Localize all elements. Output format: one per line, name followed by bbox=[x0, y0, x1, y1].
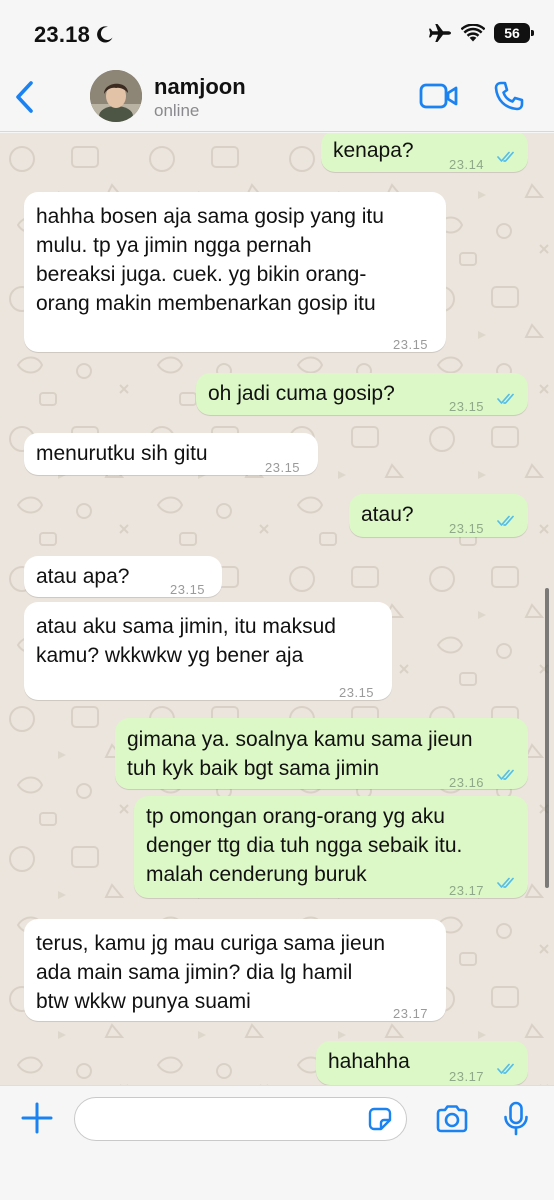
wifi-icon bbox=[461, 24, 485, 42]
avatar[interactable] bbox=[90, 70, 142, 122]
microphone-button[interactable] bbox=[503, 1101, 529, 1142]
status-time: 23.18 bbox=[34, 22, 91, 47]
double-check-icon bbox=[497, 1063, 514, 1074]
status-bar: 23.18 56 bbox=[0, 0, 554, 62]
chat-header: namjoon online bbox=[0, 62, 554, 132]
battery-level: 56 bbox=[504, 25, 520, 41]
contact-name[interactable]: namjoon bbox=[154, 74, 246, 100]
message-outgoing[interactable]: kenapa? 23.14 bbox=[321, 133, 528, 172]
chevron-left-icon bbox=[16, 81, 33, 113]
message-outgoing[interactable]: oh jadi cuma gosip? 23.15 bbox=[196, 373, 528, 415]
double-check-icon bbox=[497, 769, 514, 780]
double-check-icon bbox=[497, 515, 514, 526]
message-input[interactable] bbox=[74, 1097, 407, 1141]
message-time: 23.15 bbox=[449, 399, 485, 414]
message-outgoing[interactable]: atau? 23.15 bbox=[349, 494, 528, 537]
chat-scrollbar[interactable] bbox=[545, 588, 549, 888]
message-text: hahahha bbox=[328, 1050, 410, 1073]
phone-icon bbox=[494, 81, 524, 111]
voice-call-button[interactable] bbox=[493, 80, 525, 117]
attach-button[interactable] bbox=[21, 1102, 53, 1139]
message-incoming[interactable]: atau aku sama jimin, itu maksud kamu? wk… bbox=[24, 602, 392, 700]
message-text: menurutku sih gitu bbox=[36, 442, 208, 465]
back-button[interactable] bbox=[10, 78, 40, 116]
status-icons: 56 bbox=[428, 23, 534, 43]
message-time: 23.15 bbox=[265, 460, 301, 475]
double-check-icon bbox=[497, 877, 514, 888]
message-outgoing[interactable]: tp omongan orang-orang yg aku denger ttg… bbox=[134, 796, 528, 898]
double-check-icon bbox=[497, 393, 514, 404]
airplane-icon bbox=[429, 24, 451, 42]
message-text: gimana ya. soalnya kamu sama jieun tuh k… bbox=[127, 728, 473, 780]
sticker-icon bbox=[368, 1107, 392, 1131]
message-text: hahha bosen aja sama gosip yang itu mulu… bbox=[36, 205, 384, 315]
message-text: kenapa? bbox=[333, 139, 414, 162]
microphone-icon bbox=[504, 1101, 528, 1136]
message-time: 23.16 bbox=[449, 775, 485, 790]
message-incoming[interactable]: hahha bosen aja sama gosip yang itu mulu… bbox=[24, 192, 446, 352]
message-incoming[interactable]: atau apa? 23.15 bbox=[24, 556, 222, 597]
battery-indicator: 56 bbox=[494, 23, 534, 43]
input-bar bbox=[0, 1085, 554, 1200]
message-time: 23.15 bbox=[449, 521, 485, 536]
message-text: terus, kamu jg mau curiga sama jieun ada… bbox=[36, 932, 385, 1013]
video-call-icon bbox=[419, 83, 458, 109]
moon-icon bbox=[97, 26, 113, 43]
message-time: 23.17 bbox=[449, 883, 485, 898]
contact-status: online bbox=[154, 101, 200, 120]
plus-icon bbox=[21, 1102, 53, 1134]
video-call-button[interactable] bbox=[419, 82, 459, 115]
message-time: 23.15 bbox=[170, 582, 206, 597]
message-time: 23.15 bbox=[339, 685, 375, 700]
message-time: 23.14 bbox=[449, 157, 485, 172]
message-text: oh jadi cuma gosip? bbox=[208, 382, 395, 405]
message-incoming[interactable]: menurutku sih gitu 23.15 bbox=[24, 433, 318, 475]
message-outgoing[interactable]: gimana ya. soalnya kamu sama jieun tuh k… bbox=[115, 718, 528, 790]
chat-area[interactable]: kenapa? 23.14 hahha bosen aja sama gosip… bbox=[0, 133, 554, 1085]
message-time: 23.15 bbox=[393, 337, 429, 352]
sticker-button[interactable] bbox=[367, 1106, 393, 1137]
message-outgoing[interactable]: hahahha 23.17 bbox=[316, 1041, 528, 1085]
message-time: 23.17 bbox=[449, 1069, 485, 1084]
double-check-icon bbox=[497, 151, 514, 162]
message-text: atau? bbox=[361, 503, 414, 526]
avatar-image bbox=[90, 70, 142, 122]
message-text: atau apa? bbox=[36, 565, 130, 588]
message-text: tp omongan orang-orang yg aku denger ttg… bbox=[146, 805, 463, 886]
camera-button[interactable] bbox=[434, 1104, 470, 1139]
message-text: atau aku sama jimin, itu maksud kamu? wk… bbox=[36, 615, 336, 667]
message-time: 23.17 bbox=[393, 1006, 429, 1021]
message-incoming[interactable]: terus, kamu jg mau curiga sama jieun ada… bbox=[24, 919, 446, 1021]
camera-icon bbox=[436, 1105, 468, 1133]
